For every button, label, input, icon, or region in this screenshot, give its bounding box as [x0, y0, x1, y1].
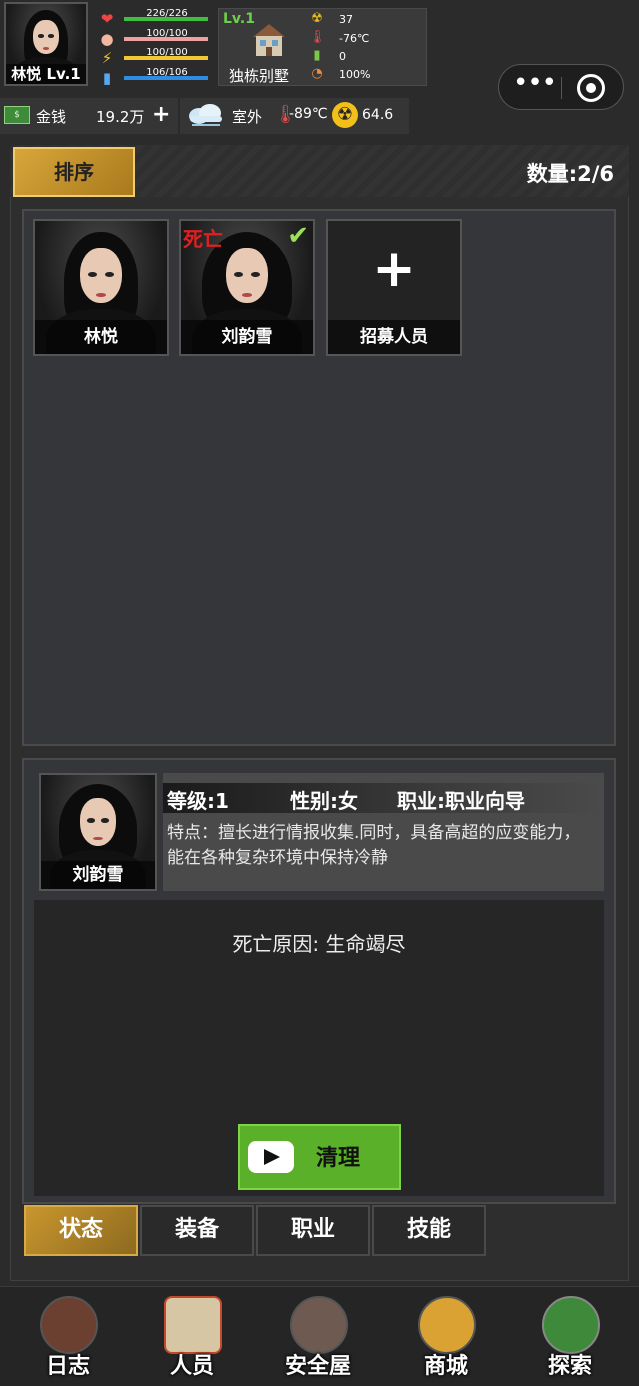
outdoor-temperature: -89℃ — [289, 106, 328, 122]
energy-value: 100/100 — [146, 47, 188, 58]
money-value: 19.2万 — [96, 108, 145, 126]
survivor-name: 刘韵雪 — [181, 320, 313, 354]
money-bar: $ 金钱 19.2万 + — [0, 98, 178, 134]
detail-level: 等级:1 — [167, 789, 229, 813]
tab-profession[interactable]: 职业 — [256, 1205, 370, 1256]
recruit-card[interactable]: + 招募人员 — [326, 219, 462, 356]
nav-personnel[interactable]: 人员 — [142, 1290, 242, 1384]
health-value: 226/226 — [146, 8, 188, 19]
heart-icon: ❤ — [100, 10, 114, 28]
nav-shop-label: 商城 — [423, 1354, 468, 1379]
survivor-card-selected[interactable]: 死亡 ✔ 刘韵雪 — [179, 219, 315, 356]
env-radiation-value: 37 — [339, 13, 353, 26]
recruit-label: 招募人员 — [328, 320, 460, 354]
env-temperature: 🌡 -76℃ — [309, 30, 419, 48]
survivor-card[interactable]: 林悦 — [33, 219, 169, 356]
battery-icon: ▮ — [313, 48, 321, 63]
dead-tag: 死亡 — [183, 227, 223, 251]
mini-program-capsule: ••• — [498, 64, 624, 110]
env-temperature-value: -76℃ — [339, 32, 370, 45]
hunger-value: 100/100 — [146, 28, 188, 39]
radiation-icon: ☢ — [311, 11, 323, 26]
basket-icon — [418, 1296, 476, 1354]
sort-button[interactable]: 排序 — [13, 147, 135, 197]
safehouse-icon — [290, 1296, 348, 1354]
book-icon — [40, 1296, 98, 1354]
stomach-icon: ● — [100, 30, 114, 48]
nav-explore[interactable]: 探索 — [520, 1290, 620, 1384]
play-video-icon — [248, 1141, 294, 1173]
clear-button[interactable]: 清理 — [238, 1124, 401, 1190]
nav-log[interactable]: 日志 — [18, 1290, 118, 1384]
detail-job: 职业:职业向导 — [397, 789, 525, 813]
stat-health: ❤ 226/226 — [98, 8, 213, 28]
nav-log-label: 日志 — [45, 1354, 90, 1379]
detail-trait: 特点：擅长进行情报收集.同时，具备高超的应变能力，能在各种复杂环境中保持冷静 — [167, 823, 581, 868]
death-reason: 死亡原因: 生命竭尽 — [232, 932, 406, 956]
env-battery-value: 0 — [339, 50, 346, 63]
env-battery: ▮ 0 — [309, 48, 419, 66]
nav-explore-label: 探索 — [547, 1354, 592, 1379]
player-name-level: 林悦 Lv.1 — [6, 64, 86, 84]
radiation-icon: ☢ — [332, 102, 358, 128]
water-value: 106/106 — [146, 67, 188, 78]
nav-safehouse-label: 安全屋 — [284, 1354, 351, 1379]
water-icon: ▮ — [102, 69, 112, 87]
house-panel[interactable]: Lv.1 独栋别墅 ☢ 37 🌡 -76℃ ▮ 0 ◔ 100% — [218, 8, 427, 86]
outdoor-radiation: 64.6 — [362, 107, 394, 123]
close-target-icon[interactable] — [577, 74, 605, 102]
env-percentage: ◔ 100% — [309, 66, 419, 84]
thermometer-icon: 🌡 — [309, 30, 326, 45]
env-percentage-value: 100% — [339, 68, 371, 81]
clear-label: 清理 — [316, 1146, 361, 1171]
plus-icon: + — [372, 239, 416, 299]
check-icon: ✔ — [287, 221, 309, 251]
weather-bar: 室外 🌡 -89℃ ☢ 64.6 — [180, 98, 409, 134]
radar-icon — [542, 1296, 600, 1354]
tab-equipment[interactable]: 装备 — [140, 1205, 254, 1256]
detail-avatar: 刘韵雪 — [39, 773, 157, 891]
cloud-icon — [189, 104, 222, 126]
capsule-divider — [561, 77, 562, 99]
detail-name: 刘韵雪 — [41, 861, 155, 889]
cash-icon: $ — [4, 106, 30, 124]
house-name: 独栋别墅 — [229, 67, 290, 85]
house-icon — [253, 24, 285, 56]
survivor-name: 林悦 — [35, 320, 167, 354]
nav-shop[interactable]: 商城 — [396, 1290, 496, 1384]
stat-energy: ⚡ 100/100 — [98, 47, 213, 67]
outdoor-label: 室外 — [232, 108, 263, 126]
more-icon[interactable]: ••• — [513, 70, 557, 101]
pie-icon: ◔ — [311, 66, 323, 81]
detail-gender: 性别:女 — [290, 789, 358, 813]
info-box: 等级:1 性别:女 职业:职业向导 特点：擅长进行情报收集.同时，具备高超的应变… — [163, 773, 604, 891]
add-money-button[interactable]: + — [152, 102, 170, 127]
nav-safehouse[interactable]: 安全屋 — [268, 1290, 368, 1384]
nav-personnel-label: 人员 — [169, 1354, 214, 1379]
env-radiation: ☢ 37 — [309, 11, 419, 29]
roster-count: 数量:2/6 — [526, 162, 614, 186]
tab-status[interactable]: 状态 — [24, 1205, 138, 1256]
player-avatar[interactable]: 林悦 Lv.1 — [4, 2, 88, 86]
tab-skills[interactable]: 技能 — [372, 1205, 486, 1256]
stat-water: ▮ 106/106 — [98, 67, 213, 87]
energy-icon: ⚡ — [101, 49, 113, 67]
info-header: 等级:1 性别:女 职业:职业向导 — [163, 783, 604, 813]
stat-hunger: ● 100/100 — [98, 28, 213, 48]
money-label: 金钱 — [36, 108, 67, 126]
id-card-icon — [164, 1296, 222, 1354]
